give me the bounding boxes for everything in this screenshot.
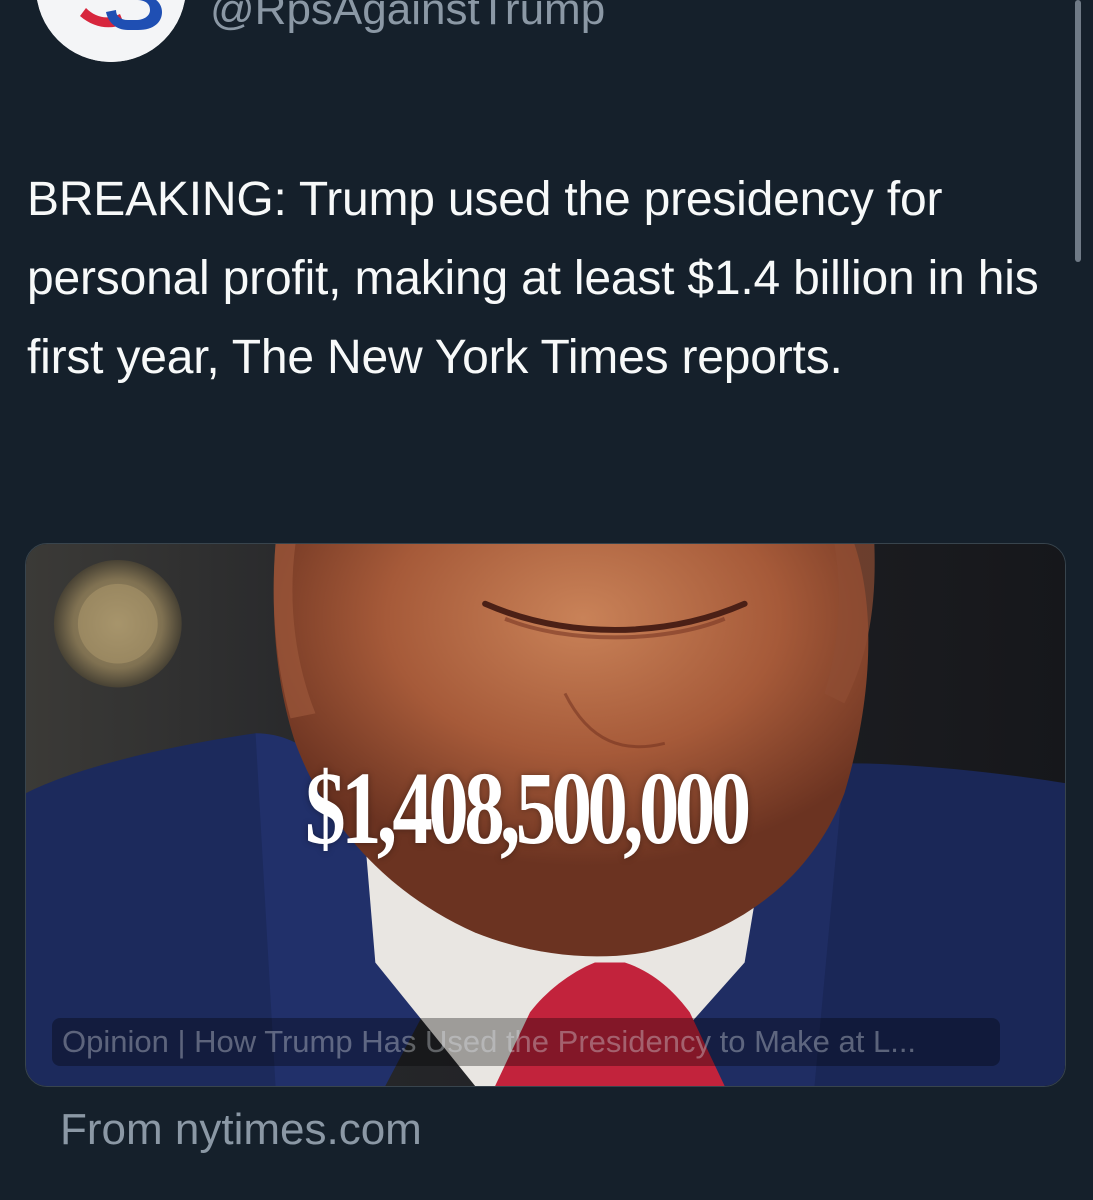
image-overlay-amount: $1,408,500,000 (305, 751, 751, 866)
scrollbar[interactable] (1075, 0, 1081, 262)
user-handle[interactable]: @RpsAgainstTrump (210, 0, 605, 40)
avatar-logo-icon (36, 0, 186, 62)
card-headline[interactable]: Opinion | How Trump Has Used the Preside… (52, 1018, 1000, 1066)
avatar[interactable] (36, 0, 186, 62)
link-card[interactable]: $1,408,500,000 Opinion | How Trump Has U… (25, 543, 1066, 1087)
tweet-text: BREAKING: Trump used the presidency for … (27, 173, 1039, 384)
card-source[interactable]: From nytimes.com (60, 1100, 422, 1160)
